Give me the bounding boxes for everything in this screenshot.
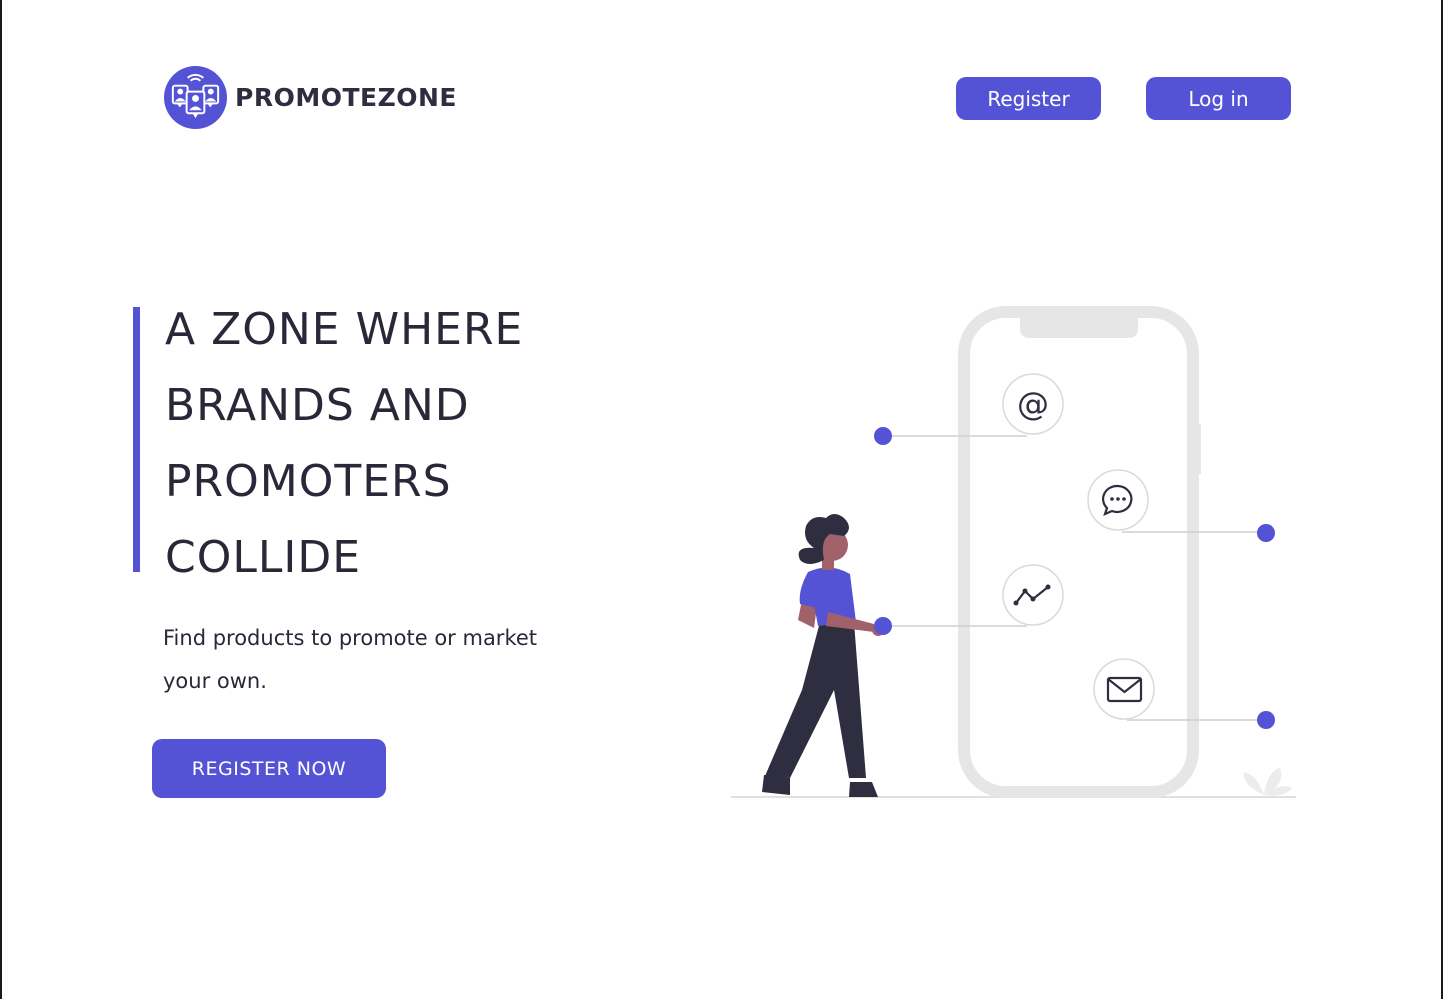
woman-figure — [762, 514, 884, 797]
envelope-icon — [1093, 658, 1155, 720]
svg-text:@: @ — [1017, 385, 1049, 423]
hero-title-line: A ZONE WHERE — [165, 304, 524, 355]
register-button[interactable]: Register — [956, 77, 1101, 120]
chat-bubble-icon — [1087, 469, 1149, 531]
plant-decoration — [1243, 768, 1292, 796]
brand-name: PROMOTEZONE — [235, 83, 457, 112]
brand-logo[interactable]: PROMOTEZONE — [164, 66, 457, 129]
title-accent-bar — [133, 307, 140, 572]
hero-title-line: BRANDS AND — [165, 380, 470, 431]
connector-dot — [1257, 524, 1275, 542]
connector-dot — [1257, 711, 1275, 729]
hero-title-line: PROMOTERS — [165, 456, 452, 507]
login-button[interactable]: Log in — [1146, 77, 1291, 120]
promoters-group-icon — [164, 66, 227, 129]
hero-title-line: COLLIDE — [165, 532, 362, 583]
hero-illustration: @ — [731, 306, 1296, 798]
register-now-button[interactable]: REGISTER NOW — [152, 739, 386, 798]
connector-dot — [874, 617, 892, 635]
trend-line-icon — [1002, 564, 1064, 626]
hero-title: A ZONE WHERE BRANDS AND PROMOTERS COLLID… — [165, 292, 625, 596]
hero-subtitle: Find products to promote or market your … — [163, 626, 538, 693]
at-sign-icon: @ — [1002, 373, 1064, 435]
connector-dot — [874, 427, 892, 445]
